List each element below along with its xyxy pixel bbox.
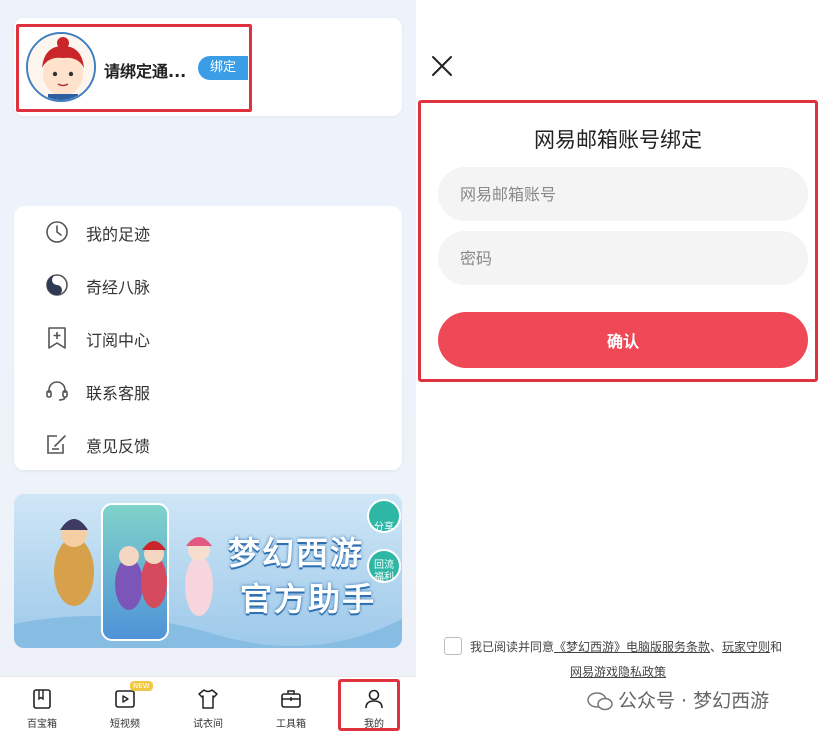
new-badge: NEW: [130, 681, 153, 691]
promo-banner[interactable]: 梦幻西游 官方助手 分享 回流 福利: [14, 494, 402, 648]
tab-label: 短视频: [110, 719, 140, 730]
close-icon[interactable]: [430, 54, 454, 78]
menu-card: 我的足迹 奇经八脉 订阅中心 联系客服 意见反馈: [14, 206, 402, 470]
agreement-and: 和: [770, 640, 783, 654]
form-highlight-box: [418, 100, 818, 382]
agreement-checkbox[interactable]: [444, 637, 462, 655]
tab-fitting-room[interactable]: 试衣间: [168, 677, 248, 732]
yin-yang-icon: [46, 274, 68, 296]
menu-label: 联系客服: [86, 384, 151, 403]
toolbox-icon: [281, 690, 301, 708]
menu-label: 我的足迹: [86, 225, 151, 244]
menu-item-footprint[interactable]: 我的足迹: [14, 206, 402, 258]
menu-label: 奇经八脉: [86, 278, 151, 297]
clock-icon: [46, 221, 68, 243]
wechat-icon: [587, 692, 613, 711]
player-rules-link[interactable]: 玩家守则: [722, 640, 770, 654]
tab-label: 百宝箱: [27, 719, 57, 730]
app-root: 请绑定通... 绑定 我的足迹 奇经八脉 订阅中心 联系客服 意见反馈 梦幻西游…: [0, 0, 828, 732]
reward-label-line2[interactable]: 福利: [371, 568, 397, 583]
banner-title-line1: 梦幻西游: [228, 534, 365, 572]
menu-item-meridians[interactable]: 奇经八脉: [14, 259, 402, 311]
book-icon: [33, 689, 51, 709]
menu-item-feedback[interactable]: 意见反馈: [14, 418, 402, 470]
menu-item-customer-service[interactable]: 联系客服: [14, 365, 402, 417]
profile-highlight-box: [16, 24, 252, 112]
tab-mine-highlight-box: [338, 679, 400, 731]
agreement-text-line2: 网易游戏隐私政策: [570, 663, 666, 680]
tab-label: 试衣间: [193, 719, 223, 730]
menu-label: 订阅中心: [86, 331, 151, 350]
tab-toolbox[interactable]: 工具箱: [251, 677, 331, 732]
shirt-icon: [198, 689, 218, 709]
privacy-policy-link[interactable]: 网易游戏隐私政策: [570, 665, 666, 679]
agreement-prefix: 我已阅读并同意: [470, 640, 555, 654]
profile-page: 请绑定通... 绑定 我的足迹 奇经八脉 订阅中心 联系客服 意见反馈 梦幻西游…: [0, 0, 416, 732]
tab-treasure-box[interactable]: 百宝箱: [2, 677, 82, 732]
agreement-text: 我已阅读并同意《梦幻西游》电脑版服务条款、玩家守则和: [470, 638, 782, 655]
tab-label: 工具箱: [276, 719, 306, 730]
watermark-text: 公众号 · 梦幻西游: [618, 690, 770, 712]
menu-item-subscription[interactable]: 订阅中心: [14, 312, 402, 364]
menu-label: 意见反馈: [86, 437, 151, 456]
bookmark-plus-icon: [48, 327, 66, 349]
service-terms-link[interactable]: 《梦幻西游》电脑版服务条款: [554, 640, 710, 654]
share-label[interactable]: 分享: [371, 518, 397, 533]
headset-icon: [46, 381, 68, 401]
edit-note-icon: [47, 435, 66, 454]
agreement-sep: 、: [710, 640, 723, 654]
banner-title-line2: 官方助手: [240, 580, 377, 618]
tab-short-video[interactable]: NEW 短视频: [85, 677, 165, 732]
